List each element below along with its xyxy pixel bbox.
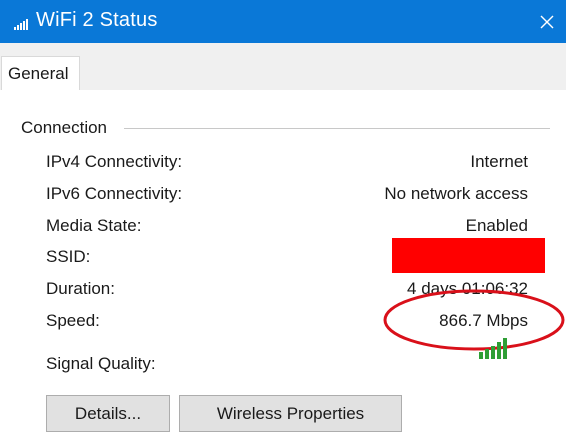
ipv4-label: IPv4 Connectivity: [46,152,183,171]
media-state-value: Enabled [465,216,528,235]
general-panel: Connection IPv4 Connectivity: Internet I… [0,90,566,435]
media-state-label: Media State: [46,216,142,235]
wireless-properties-button[interactable]: Wireless Properties [179,395,402,432]
duration-value: 4 days 01:06:32 [407,279,528,298]
ssid-label: SSID: [46,247,91,266]
speed-label: Speed: [46,311,100,330]
close-button[interactable] [528,0,566,43]
ssid-redaction [392,238,545,273]
signal-strength-icon [479,338,507,359]
connection-heading: Connection [21,118,108,137]
close-icon [540,15,554,28]
window-title: WiFi 2 Status [36,9,158,31]
speed-value: 866.7 Mbps [439,311,528,330]
ipv4-value: Internet [470,152,528,171]
tab-general[interactable]: General [1,56,80,90]
wifi-signal-icon [14,19,28,30]
details-button[interactable]: Details... [46,395,170,432]
duration-label: Duration: [46,279,115,298]
ipv6-value: No network access [384,184,528,203]
tab-strip: General [0,43,566,91]
signal-quality-label: Signal Quality: [46,354,156,373]
ipv6-label: IPv6 Connectivity: [46,184,183,203]
group-divider [124,128,550,129]
title-bar: WiFi 2 Status [0,0,566,43]
